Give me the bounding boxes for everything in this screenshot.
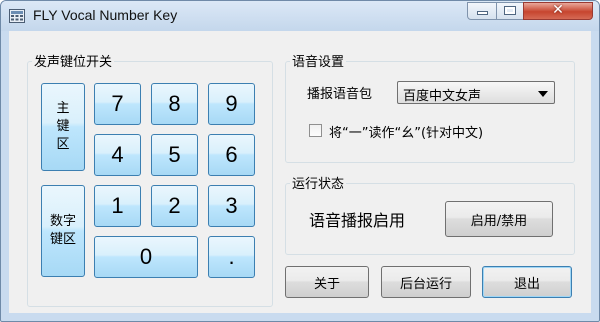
main-key-area-button[interactable]: 主 键 区 (41, 83, 85, 171)
key-dot[interactable]: . (208, 236, 255, 278)
background-run-button[interactable]: 后台运行 (381, 266, 471, 298)
app-icon (9, 9, 25, 23)
voice-pack-value: 百度中文女声 (403, 89, 482, 104)
yao-checkbox[interactable] (309, 124, 322, 137)
key-1[interactable]: 1 (94, 185, 141, 227)
status-text: 语音播报启用 (309, 211, 406, 230)
minimize-button[interactable] (467, 2, 497, 20)
maximize-icon (504, 6, 516, 15)
numpad-key-area-button[interactable]: 数字 键区 (41, 185, 85, 277)
key-2[interactable]: 2 (151, 185, 198, 227)
exit-button[interactable]: 退出 (482, 266, 572, 298)
key-0[interactable]: 0 (94, 236, 198, 278)
key-7[interactable]: 7 (94, 83, 141, 125)
voice-settings-group-label: 语音设置 (290, 51, 347, 70)
minimize-icon (478, 12, 487, 14)
close-icon: ✕ (552, 2, 564, 18)
run-status-group-label: 运行状态 (290, 173, 347, 192)
toggle-enable-button[interactable]: 启用/禁用 (445, 201, 553, 237)
window-title: FLY Vocal Number Key (33, 7, 178, 23)
client-area: 发声键位开关 主 键 区 数字 键区 7 8 9 4 5 6 1 2 3 0 .… (9, 31, 591, 313)
key-3[interactable]: 3 (208, 185, 255, 227)
yao-checkbox-label[interactable]: 将“一”读作“幺”(针对中文) (329, 122, 483, 141)
voice-settings-group (285, 61, 575, 163)
title-bar[interactable]: FLY Vocal Number Key ✕ (1, 1, 599, 31)
key-4[interactable]: 4 (94, 134, 141, 176)
key-switch-group-label: 发声键位开关 (32, 51, 115, 70)
key-6[interactable]: 6 (208, 134, 255, 176)
maximize-button[interactable] (496, 2, 524, 20)
key-9[interactable]: 9 (208, 83, 255, 125)
key-5[interactable]: 5 (151, 134, 198, 176)
key-8[interactable]: 8 (151, 83, 198, 125)
chevron-down-icon (538, 91, 548, 97)
voice-pack-select[interactable]: 百度中文女声 (397, 81, 555, 104)
voice-pack-label: 播报语音包 (307, 87, 373, 102)
about-button[interactable]: 关于 (285, 266, 369, 298)
close-button[interactable]: ✕ (523, 2, 593, 20)
app-window: FLY Vocal Number Key ✕ 发声键位开关 主 键 区 数字 键… (0, 0, 600, 322)
